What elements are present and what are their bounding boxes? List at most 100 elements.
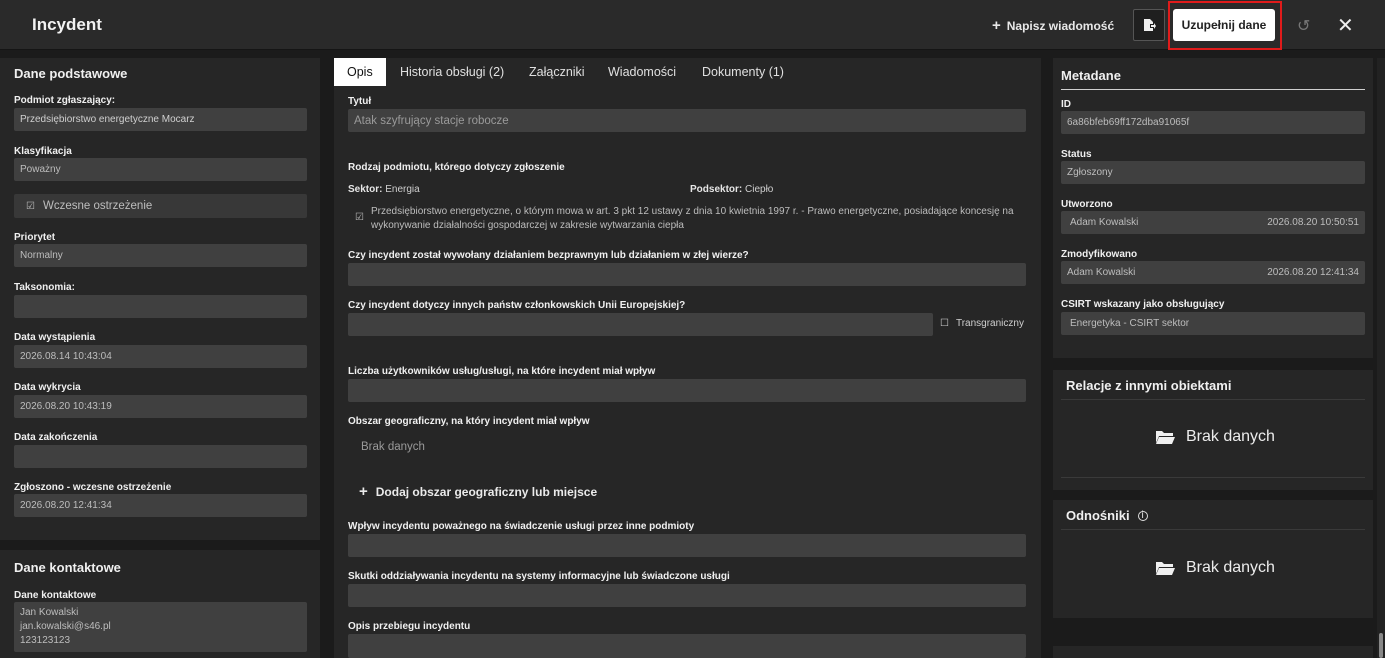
contact-line: jan.kowalski@s46.pl bbox=[20, 621, 111, 632]
scrollbar-thumb[interactable] bbox=[1379, 633, 1383, 658]
undo-icon[interactable]: ↺ bbox=[1297, 16, 1310, 36]
entity-type-label: Rodzaj podmiotu, którego dotyczy zgłosze… bbox=[348, 162, 565, 173]
early-warning-checkbox[interactable]: ☑ Wczesne ostrzeżenie bbox=[14, 194, 307, 218]
impact-label: Wpływ incydentu poważnego na świadczenie… bbox=[348, 521, 695, 532]
left-panel: Dane podstawowe Podmiot zgłaszający: Prz… bbox=[0, 58, 320, 658]
tab-bar: Opis Historia obsługi (2) Załączniki Wia… bbox=[334, 58, 1041, 86]
tab-history[interactable]: Historia obsługi (2) bbox=[400, 58, 504, 86]
id-label: ID bbox=[1061, 99, 1071, 110]
reported-field[interactable]: 2026.08.20 12:41:34 bbox=[14, 494, 307, 517]
add-geo-label: Dodaj obszar geograficzny lub miejsce bbox=[375, 484, 598, 499]
contact-label: Dane kontaktowe bbox=[14, 590, 97, 601]
occurred-field[interactable]: 2026.08.14 10:43:04 bbox=[14, 345, 307, 368]
contact-line: 123123123 bbox=[20, 635, 71, 646]
title-label: Tytuł bbox=[348, 96, 372, 107]
tab-opis[interactable]: Opis bbox=[334, 58, 386, 86]
info-icon[interactable]: i bbox=[1137, 510, 1148, 521]
write-message-label: Napisz wiadomość bbox=[1006, 18, 1115, 33]
unlawful-question: Czy incydent został wywołany działaniem … bbox=[348, 250, 749, 261]
folder-open-icon bbox=[1156, 562, 1175, 575]
taxonomy-label: Taksonomia: bbox=[14, 282, 75, 293]
plus-icon: + bbox=[359, 483, 368, 500]
references-empty: Brak danych bbox=[1155, 559, 1275, 577]
geo-label: Obszar geograficzny, na który incydent m… bbox=[348, 416, 590, 427]
title-field[interactable]: Atak szyfrujący stacje robocze bbox=[348, 109, 1026, 132]
detected-label: Data wykrycia bbox=[14, 382, 81, 393]
checkbox-checked-icon[interactable]: ☑ bbox=[355, 212, 364, 223]
modified-at: 2026.08.20 12:41:34 bbox=[1267, 267, 1359, 278]
status-field[interactable]: Zgłoszony bbox=[1061, 161, 1365, 184]
metadata-panel: Metadane ID 6a86bfeb69ff172dba91065f Sta… bbox=[1053, 58, 1373, 358]
export-button[interactable] bbox=[1133, 9, 1165, 41]
course-field[interactable] bbox=[348, 634, 1026, 658]
subsector-value: Ciepło bbox=[745, 184, 774, 195]
ended-label: Data zakończenia bbox=[14, 432, 98, 443]
scrollbar[interactable] bbox=[1377, 58, 1385, 658]
references-empty-label: Brak danych bbox=[1186, 559, 1275, 576]
id-field[interactable]: 6a86bfeb69ff172dba91065f bbox=[1061, 111, 1365, 134]
eu-question: Czy incydent dotyczy innych państw człon… bbox=[348, 300, 686, 311]
created-field[interactable]: Adam Kowalski 2026.08.20 10:50:51 bbox=[1061, 211, 1365, 234]
relations-empty: Brak danych bbox=[1155, 428, 1275, 446]
ended-field[interactable] bbox=[14, 445, 307, 468]
users-field[interactable] bbox=[348, 379, 1026, 402]
tab-messages[interactable]: Wiadomości bbox=[608, 58, 676, 86]
entity-description: Przedsiębiorstwo energetyczne, o którym … bbox=[371, 206, 1014, 231]
unlawful-field[interactable] bbox=[348, 263, 1026, 286]
references-header: Odnośniki i bbox=[1066, 508, 1148, 523]
export-file-icon bbox=[1144, 19, 1156, 31]
section-divider bbox=[0, 540, 320, 550]
folder-open-icon bbox=[1156, 431, 1175, 444]
relations-empty-label: Brak danych bbox=[1186, 428, 1275, 445]
metadata-underline bbox=[1061, 89, 1365, 90]
page-title: Incydent bbox=[32, 15, 102, 34]
top-bar: Incydent + Napisz wiadomość Uzupełnij da… bbox=[0, 0, 1385, 50]
add-geo-button[interactable]: + Dodaj obszar geograficzny lub miejsce bbox=[359, 483, 597, 500]
reporter-field[interactable]: Przedsiębiorstwo energetyczne Mocarz bbox=[14, 108, 307, 131]
occurred-label: Data wystąpienia bbox=[14, 332, 96, 343]
cross-border-label: Transgraniczny bbox=[955, 318, 1024, 329]
relations-panel: Relacje z innymi obiektami Brak danych bbox=[1053, 370, 1373, 490]
contact-field[interactable]: Jan Kowalski jan.kowalski@s46.pl 1231231… bbox=[14, 602, 307, 652]
eu-field[interactable] bbox=[348, 313, 933, 336]
subsector-row: Podsektor: Ciepło bbox=[690, 184, 773, 195]
subsector-label: Podsektor: bbox=[690, 184, 743, 195]
relations-divider bbox=[1061, 399, 1365, 400]
impact-field[interactable] bbox=[348, 534, 1026, 557]
center-panel: Opis Historia obsługi (2) Załączniki Wia… bbox=[334, 58, 1041, 658]
references-divider bbox=[1061, 529, 1365, 530]
relations-bottom-divider bbox=[1061, 477, 1365, 478]
early-warning-label: Wczesne ostrzeżenie bbox=[42, 200, 153, 212]
csirt-label: CSIRT wskazany jako obsługujący bbox=[1061, 299, 1225, 310]
references-title: Odnośniki bbox=[1066, 508, 1130, 523]
course-label: Opis przebiegu incydentu bbox=[348, 621, 471, 632]
created-by: Adam Kowalski bbox=[1070, 217, 1139, 228]
fill-data-button[interactable]: Uzupełnij dane bbox=[1173, 9, 1275, 41]
relations-title: Relacje z innymi obiektami bbox=[1066, 378, 1232, 393]
basic-data-title: Dane podstawowe bbox=[14, 66, 128, 81]
taxonomy-field[interactable] bbox=[14, 295, 307, 318]
close-icon[interactable]: ✕ bbox=[1337, 13, 1354, 38]
plus-icon: + bbox=[992, 17, 1001, 34]
csirt-field[interactable]: Energetyka - CSIRT sektor bbox=[1061, 312, 1365, 335]
contact-title: Dane kontaktowe bbox=[14, 560, 121, 575]
detected-field[interactable]: 2026.08.20 10:43:19 bbox=[14, 395, 307, 418]
tab-attachments[interactable]: Załączniki bbox=[529, 58, 585, 86]
users-label: Liczba użytkowników usług/usługi, na któ… bbox=[348, 366, 656, 377]
contact-line: Jan Kowalski bbox=[20, 607, 79, 618]
priority-field[interactable]: Normalny bbox=[14, 244, 307, 267]
geo-empty-text: Brak danych bbox=[361, 441, 425, 453]
modified-field[interactable]: Adam Kowalski 2026.08.20 12:41:34 bbox=[1061, 261, 1365, 284]
write-message-button[interactable]: + Napisz wiadomość bbox=[992, 17, 1114, 34]
cross-border-checkbox[interactable]: ☐ Transgraniczny bbox=[940, 318, 1024, 329]
references-panel: Odnośniki i Brak danych bbox=[1053, 500, 1373, 618]
sector-value: Energia bbox=[385, 184, 420, 195]
classification-field[interactable]: Poważny bbox=[14, 158, 307, 181]
tab-documents[interactable]: Dokumenty (1) bbox=[702, 58, 784, 86]
next-panel-peek bbox=[1053, 646, 1373, 658]
sector-row: Sektor: Energia bbox=[348, 184, 420, 195]
effects-field[interactable] bbox=[348, 584, 1026, 607]
checkbox-checked-icon: ☑ bbox=[26, 200, 35, 212]
created-label: Utworzono bbox=[1061, 199, 1113, 210]
checkbox-empty-icon: ☐ bbox=[940, 318, 949, 329]
